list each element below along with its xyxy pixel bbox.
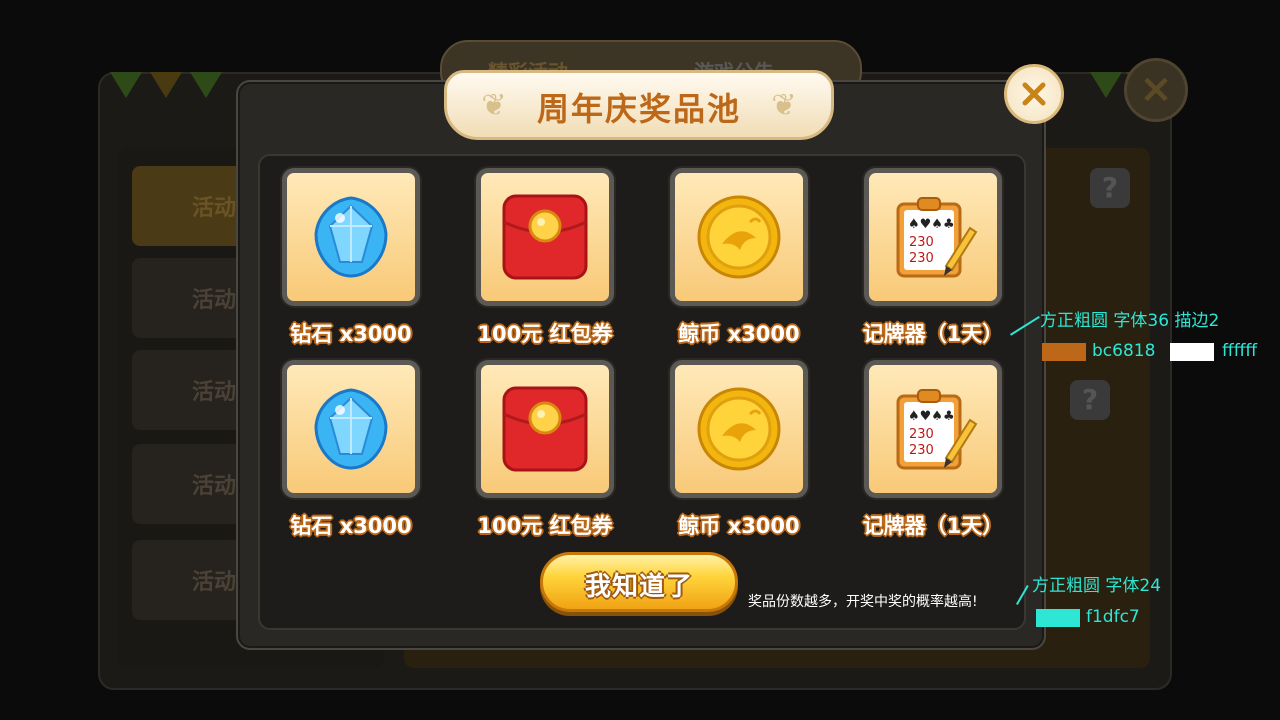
- prize-tile: [670, 360, 808, 498]
- prize-label: 鲸币 x3000: [678, 322, 800, 346]
- diamond-icon: [314, 388, 388, 470]
- svg-text:♠♥♠♣: ♠♥♠♣: [908, 409, 955, 424]
- prize-label: 100元 红包券: [477, 514, 613, 538]
- annotation-hint-color: f1dfc7: [1086, 607, 1140, 627]
- help-icon: ?: [1070, 380, 1110, 420]
- svg-text:♠♥♠♣: ♠♥♠♣: [908, 217, 955, 232]
- red-envelope-icon: [502, 194, 588, 280]
- confirm-button-label: 我知道了: [584, 572, 693, 602]
- annotation-label-font: 方正粗圆 字体36 描边2: [1040, 311, 1220, 331]
- prize-label: 记牌器（1天）: [862, 322, 1004, 346]
- svg-text:230: 230: [909, 251, 934, 266]
- help-icon: ?: [1090, 168, 1130, 208]
- card-counter-icon: ♠♥♠♣ 230 230: [896, 197, 978, 278]
- whale-coin-icon: [697, 195, 781, 279]
- prize-tile: [476, 360, 614, 498]
- confirm-button[interactable]: 我知道了: [540, 552, 738, 612]
- color-swatch-stroke: [1042, 343, 1086, 361]
- probability-hint: 奖品份数越多，开奖中奖的概率越高!: [748, 594, 978, 610]
- prize-tile: [476, 168, 614, 306]
- background-close-icon: ×: [1124, 58, 1188, 122]
- whale-coin-icon: [697, 387, 781, 471]
- diamond-icon: [314, 196, 388, 278]
- prize-label: 记牌器（1天）: [862, 514, 1004, 538]
- color-swatch-fill: [1170, 343, 1214, 361]
- title-plaque: ❦ ❦ 周年庆奖品池: [444, 70, 834, 140]
- svg-text:230: 230: [909, 443, 934, 458]
- prize-label: 钻石 x3000: [290, 322, 412, 346]
- prize-tile: [282, 360, 420, 498]
- prize-tile: ♠♥♠♣ 230 230: [864, 360, 1002, 498]
- svg-text:230: 230: [909, 235, 934, 250]
- annotation-stroke-color: bc6818: [1092, 341, 1156, 361]
- annotation-fill-color: ffffff: [1222, 341, 1258, 361]
- svg-text:230: 230: [909, 427, 934, 442]
- card-counter-icon: ♠♥♠♣ 230 230: [896, 389, 978, 470]
- prize-tile: [670, 168, 808, 306]
- close-icon: [1022, 82, 1046, 106]
- prize-label: 钻石 x3000: [290, 514, 412, 538]
- prize-tile: ♠♥♠♣ 230 230: [864, 168, 1002, 306]
- annotation-hint-font: 方正粗圆 字体24: [1032, 576, 1162, 596]
- close-button[interactable]: [1004, 64, 1064, 124]
- prize-tile: [282, 168, 420, 306]
- prize-label: 鲸币 x3000: [678, 514, 800, 538]
- prize-label: 100元 红包券: [477, 322, 613, 346]
- dialog-title: 周年庆奖品池: [536, 90, 741, 128]
- red-envelope-icon: [502, 386, 588, 472]
- color-swatch-hint: [1036, 609, 1080, 627]
